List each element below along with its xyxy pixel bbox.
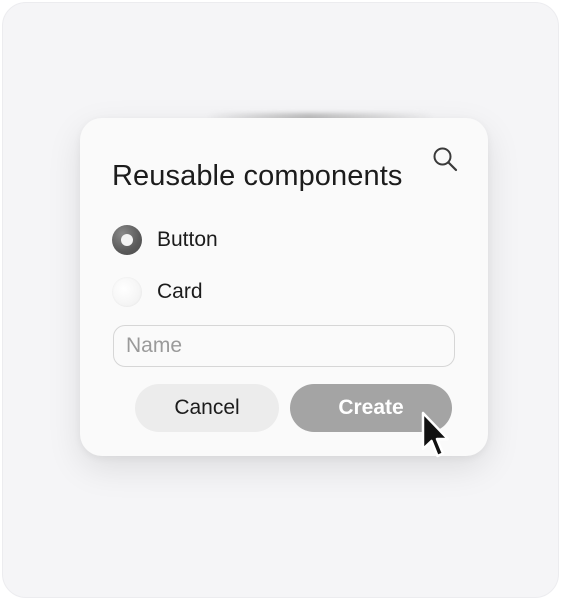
name-input[interactable] [113, 325, 455, 367]
create-component-dialog: Reusable components Button Card Cancel C… [80, 118, 488, 456]
option-card[interactable]: Card [112, 275, 203, 309]
option-card-label: Card [157, 280, 203, 303]
dialog-title: Reusable components [112, 160, 403, 192]
cancel-button[interactable]: Cancel [135, 384, 279, 432]
radio-selected-icon[interactable] [112, 225, 142, 255]
radio-unselected-icon[interactable] [112, 277, 142, 307]
search-icon[interactable] [431, 145, 459, 173]
option-button-label: Button [157, 228, 218, 251]
option-button[interactable]: Button [112, 223, 218, 257]
arrow-cursor-icon [421, 411, 450, 458]
